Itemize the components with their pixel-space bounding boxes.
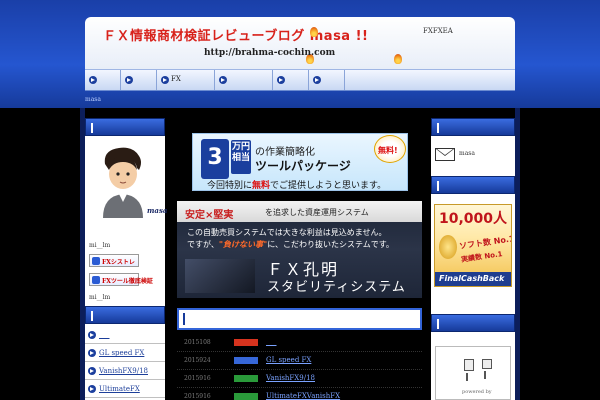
sidebar-header	[85, 118, 165, 136]
banner-number: 3	[201, 139, 229, 179]
arrow-icon	[125, 76, 133, 84]
nav-item[interactable]	[85, 70, 121, 90]
news-row[interactable]: 2015916 UltimateFXVanishFX	[177, 388, 422, 400]
banner-text: ですが、"負けない事"に、こだわり抜いたシステムです。	[187, 240, 394, 249]
arrow-icon	[88, 331, 96, 339]
cashback-banner[interactable]: 10,000人 ソフト数 No.1 実績数 No.1 FinalCashBack	[434, 204, 512, 287]
avatar: masa	[89, 144, 167, 218]
banner-line1: の作業簡略化	[255, 147, 315, 158]
arrow-icon	[313, 76, 321, 84]
mail-label[interactable]: masa	[459, 150, 475, 157]
coins-icon	[439, 235, 457, 259]
banner-text: この自動売買システムでは大きな利益は見込めません。	[187, 228, 387, 237]
site-header: ＦＸ情報商材検証レビューブログ masa !! http://brahma-co…	[85, 17, 515, 69]
list-item[interactable]: UltimateFX	[85, 380, 165, 398]
figure-leg-icon	[484, 371, 486, 379]
arrow-icon	[161, 76, 169, 84]
product-subname: スタビリティシステム	[267, 280, 406, 295]
arrow-icon	[88, 367, 96, 375]
header-bar-icon	[437, 319, 439, 329]
nav-item[interactable]	[215, 70, 273, 90]
news-title[interactable]: ___	[266, 338, 277, 346]
sidebar-caption: mi__lm	[89, 294, 111, 301]
header-bar-icon	[437, 181, 439, 191]
site-url[interactable]: http://brahma-cochin.com	[204, 48, 335, 58]
powered-by: powered by	[462, 389, 492, 395]
free-burst-badge: 無料!	[374, 135, 406, 163]
right-sidebar: masa 10,000人 ソフト数 No.1 実績数 No.1 FinalCas…	[431, 118, 515, 400]
sidebar-header	[431, 118, 515, 136]
news-tag	[234, 375, 258, 382]
cashback-line2: 実績数 No.1	[460, 250, 503, 264]
header-top-text: FXFXEA	[423, 27, 453, 35]
list-item[interactable]: ___	[85, 326, 165, 344]
banner-icon	[92, 257, 100, 265]
breadcrumb[interactable]: masa	[85, 96, 101, 103]
nav-item[interactable]	[309, 70, 345, 90]
banner-yen: 万円相当	[231, 140, 251, 174]
nav-item[interactable]	[121, 70, 157, 90]
news-title[interactable]: VanishFX9/18	[266, 374, 315, 382]
figure-leg-icon	[466, 373, 468, 381]
site-title[interactable]: ＦＸ情報商材検証レビューブログ masa !!	[103, 25, 368, 44]
nav-item-fx[interactable]: FX	[157, 70, 215, 90]
news-date: 2015924	[184, 357, 211, 364]
banner-top-strip: 安定×堅実 を追求した資産運用システム	[177, 201, 422, 222]
fx-systrade-banner[interactable]: FXシストレ	[89, 254, 139, 267]
tool-package-banner[interactable]: 3 万円相当 の作業簡略化 ツールパッケージ 今回特別に無料でご提供しようと思い…	[192, 133, 408, 191]
nav-item[interactable]	[273, 70, 309, 90]
news-tag	[234, 339, 258, 346]
main-content: 3 万円相当 の作業簡略化 ツールパッケージ 今回特別に無料でご提供しようと思い…	[177, 118, 422, 400]
cashback-count: 10,000人	[439, 211, 508, 227]
header-bar-icon	[91, 311, 93, 321]
banner-line2: ツールパッケージ	[255, 159, 351, 173]
fx-koumei-banner[interactable]: 安定×堅実 を追求した資産運用システム この自動売買システムでは大きな利益は見込…	[177, 201, 422, 298]
news-row[interactable]: 2015108 ___	[177, 334, 422, 352]
fire-icon	[394, 54, 402, 64]
sidebar-header	[85, 306, 165, 324]
header-bar-icon	[183, 313, 185, 325]
counter-widget: powered by	[435, 346, 511, 400]
left-sidebar: masa mi__lm FXシストレ FXツール徹底検証 mi__lm ___ …	[85, 118, 167, 400]
news-date: 2015916	[184, 375, 211, 382]
sidebar-caption: mi__lm	[89, 242, 111, 249]
list-item[interactable]: VanishFX9/18	[85, 362, 165, 380]
cashback-footer: FinalCashBack	[435, 272, 511, 286]
mail-icon[interactable]	[435, 148, 455, 161]
news-tag	[234, 357, 258, 364]
right-edge	[515, 108, 520, 400]
figure-icon	[482, 359, 492, 369]
arrow-icon	[88, 349, 96, 357]
arrow-icon	[277, 76, 285, 84]
avatar-name: masa	[147, 206, 168, 215]
list-item[interactable]: GL speed FX	[85, 344, 165, 362]
news-row[interactable]: 2015924 GL speed FX	[177, 352, 422, 370]
sidebar-header	[431, 176, 515, 194]
global-nav: FX	[85, 69, 515, 91]
section-header-box	[177, 308, 422, 330]
arrow-icon	[219, 76, 227, 84]
news-date: 2015916	[184, 393, 211, 400]
figure-icon	[464, 359, 474, 371]
sidebar-header	[431, 314, 515, 332]
news-row[interactable]: 2015916 VanishFX9/18	[177, 370, 422, 388]
fx-tool-banner[interactable]: FXツール徹底検証	[89, 273, 153, 286]
cashback-line1: ソフト数 No.1	[458, 234, 512, 251]
news-title[interactable]: UltimateFXVanishFX	[266, 392, 340, 400]
banner-line3: 今回特別に無料でご提供しようと思います。	[207, 181, 387, 191]
banner-icon	[92, 276, 100, 284]
fire-icon	[310, 27, 318, 37]
arrow-icon	[89, 76, 97, 84]
header-bar-icon	[91, 123, 93, 133]
arrow-icon	[88, 385, 96, 393]
news-tag	[234, 393, 258, 400]
banner-decoration	[185, 259, 255, 293]
header-bar-icon	[437, 123, 439, 133]
news-date: 2015108	[184, 339, 211, 346]
recent-posts-list: ___ GL speed FX VanishFX9/18 UltimateFX	[85, 326, 165, 398]
news-list: 2015108 ___ 2015924 GL speed FX 2015916 …	[177, 334, 422, 400]
news-title[interactable]: GL speed FX	[266, 356, 311, 364]
